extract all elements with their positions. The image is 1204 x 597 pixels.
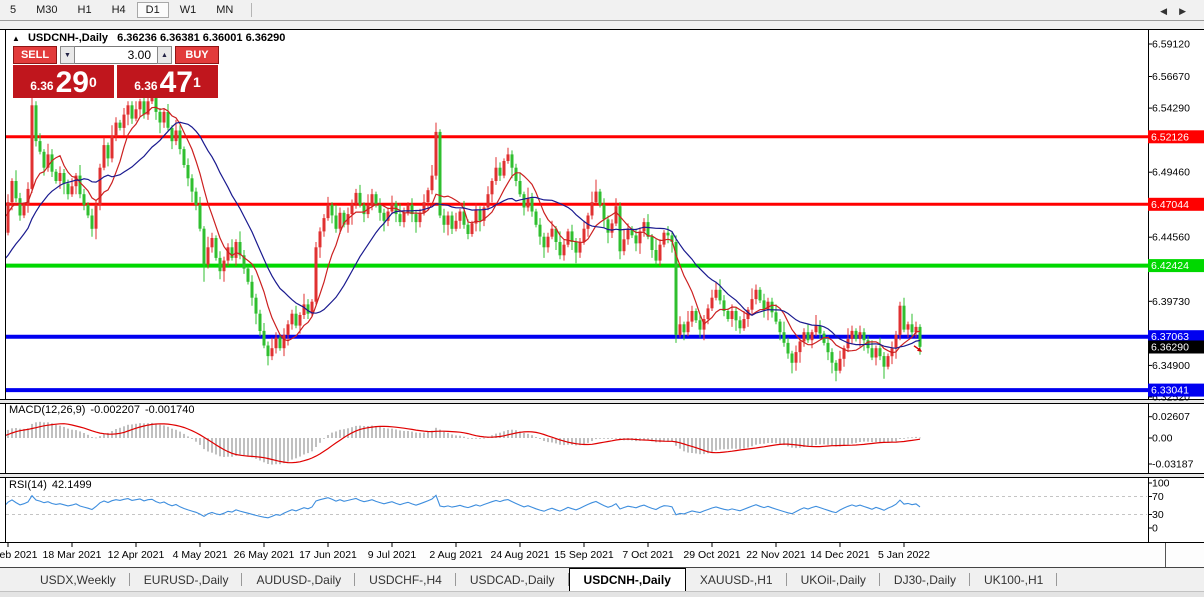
svg-text:22 Nov 2021: 22 Nov 2021 bbox=[746, 549, 806, 561]
sell-price-base: 6.36 bbox=[30, 79, 54, 93]
svg-text:29 Oct 2021: 29 Oct 2021 bbox=[683, 549, 740, 561]
svg-text:26 May 2021: 26 May 2021 bbox=[234, 549, 295, 561]
spinner-up-icon: ▲ bbox=[161, 51, 168, 59]
svg-text:-0.03187: -0.03187 bbox=[1152, 459, 1194, 471]
sell-price-pips: 29 bbox=[55, 66, 89, 99]
sell-price-button[interactable]: 6.36 29 0 bbox=[13, 65, 114, 98]
chart-tab-usdx-weekly[interactable]: USDX,Weekly bbox=[26, 568, 130, 591]
svg-text:6.36290: 6.36290 bbox=[1151, 342, 1189, 354]
svg-text:6.44560: 6.44560 bbox=[1152, 232, 1190, 244]
svg-text:15 Sep 2021: 15 Sep 2021 bbox=[554, 549, 614, 561]
svg-text:6.49460: 6.49460 bbox=[1152, 167, 1190, 179]
chart-tab-eurusd-daily[interactable]: EURUSD-,Daily bbox=[130, 568, 243, 591]
chart-tab-usdchf-h4[interactable]: USDCHF-,H4 bbox=[355, 568, 456, 591]
tab-scroll-right-icon[interactable]: ▶ bbox=[1179, 6, 1198, 16]
tab-scroll-arrows: ◀▶ bbox=[1160, 6, 1198, 17]
svg-text:14 Dec 2021: 14 Dec 2021 bbox=[810, 549, 870, 561]
svg-text:6.54290: 6.54290 bbox=[1152, 103, 1190, 115]
svg-text:2 Aug 2021: 2 Aug 2021 bbox=[429, 549, 482, 561]
volume-decrease-button[interactable]: ▼ bbox=[60, 46, 75, 64]
svg-text:24 Aug 2021: 24 Aug 2021 bbox=[491, 549, 550, 561]
chart-title: ▲ USDCNH-,Daily 6.36236 6.36381 6.36001 … bbox=[12, 32, 285, 44]
svg-text:12 Apr 2021: 12 Apr 2021 bbox=[108, 549, 165, 561]
chart-ohlc-values: 6.36236 6.36381 6.36001 6.36290 bbox=[117, 32, 286, 44]
svg-text:6.52126: 6.52126 bbox=[1151, 131, 1189, 143]
timeframe-toolbar: 5 M30 H1 H4 D1 W1 MN bbox=[0, 0, 1204, 21]
svg-text:6.33041: 6.33041 bbox=[1151, 385, 1189, 397]
chart-tab-xauusd-h1[interactable]: XAUUSD-,H1 bbox=[686, 568, 787, 591]
svg-text:9 Jul 2021: 9 Jul 2021 bbox=[368, 549, 417, 561]
timeframe-button-MN[interactable]: MN bbox=[207, 2, 242, 18]
rsi-name: RSI(14) bbox=[9, 479, 47, 491]
window-bottom-strip bbox=[0, 591, 1204, 597]
svg-text:6.47044: 6.47044 bbox=[1151, 199, 1189, 211]
chart-symbol-period: USDCNH-,Daily bbox=[27, 32, 109, 44]
buy-price-pips: 47 bbox=[159, 66, 193, 99]
sell-button[interactable]: SELL bbox=[13, 46, 57, 64]
rsi-value: 42.1499 bbox=[51, 479, 92, 491]
one-click-trading-panel: SELL ▼ 3.00 ▲ BUY 6.36 29 0 6.36 47 1 bbox=[13, 46, 219, 98]
svg-text:7 Oct 2021: 7 Oct 2021 bbox=[622, 549, 674, 561]
chart-tab-audusd-daily[interactable]: AUDUSD-,Daily bbox=[242, 568, 355, 591]
chart-tab-uk100-h1[interactable]: UK100-,H1 bbox=[970, 568, 1058, 591]
svg-text:70: 70 bbox=[1152, 491, 1164, 503]
timeframe-button-5[interactable]: 5 bbox=[1, 2, 25, 18]
svg-text:6.34900: 6.34900 bbox=[1152, 360, 1190, 372]
chart-tab-dj30-daily[interactable]: DJ30-,Daily bbox=[880, 568, 970, 591]
volume-increase-button[interactable]: ▲ bbox=[157, 46, 172, 64]
timeframe-button-H1[interactable]: H1 bbox=[69, 2, 101, 18]
volume-input[interactable]: 3.00 bbox=[75, 46, 157, 64]
svg-text:100: 100 bbox=[1152, 478, 1170, 490]
sell-price-point: 0 bbox=[88, 74, 97, 90]
chart-tab-bar: USDX,Weekly EURUSD-,Daily AUDUSD-,Daily USD… bbox=[0, 567, 1204, 591]
svg-text:18 Mar 2021: 18 Mar 2021 bbox=[43, 549, 102, 561]
toolbar-separator bbox=[251, 3, 253, 17]
svg-text:4 May 2021: 4 May 2021 bbox=[173, 549, 228, 561]
svg-text:6.56670: 6.56670 bbox=[1152, 71, 1190, 83]
chart-tab-usdcnh-daily[interactable]: USDCNH-,Daily bbox=[568, 568, 686, 591]
macd-main-value: -0.002207 bbox=[90, 404, 140, 416]
spinner-down-icon: ▼ bbox=[64, 51, 71, 59]
svg-text:0.02607: 0.02607 bbox=[1152, 411, 1190, 423]
rsi-indicator-label: RSI(14) 42.1499 bbox=[9, 479, 97, 491]
svg-text:6.59120: 6.59120 bbox=[1152, 39, 1190, 51]
svg-text:24 Feb 2021: 24 Feb 2021 bbox=[0, 549, 38, 561]
macd-signal-value: -0.001740 bbox=[144, 404, 195, 416]
svg-text:6.42424: 6.42424 bbox=[1151, 260, 1189, 272]
macd-indicator-label: MACD(12,26,9) -0.002207 -0.001740 bbox=[9, 404, 200, 416]
chart-tab-usdcad-daily[interactable]: USDCAD-,Daily bbox=[456, 568, 569, 591]
timeframe-button-M30[interactable]: M30 bbox=[27, 2, 66, 18]
buy-price-point: 1 bbox=[192, 74, 201, 90]
buy-price-base: 6.36 bbox=[134, 79, 158, 93]
svg-text:17 Jun 2021: 17 Jun 2021 bbox=[299, 549, 357, 561]
buy-price-button[interactable]: 6.36 47 1 bbox=[117, 65, 218, 98]
tab-scroll-left-icon[interactable]: ◀ bbox=[1160, 6, 1179, 16]
svg-text:0: 0 bbox=[1152, 523, 1158, 535]
chart-tab-ukoil-daily[interactable]: UKOil-,Daily bbox=[787, 568, 881, 591]
svg-text:6.39730: 6.39730 bbox=[1152, 296, 1190, 308]
svg-text:0.00: 0.00 bbox=[1152, 433, 1173, 445]
timeframe-button-W1[interactable]: W1 bbox=[171, 2, 206, 18]
timeframe-button-D1[interactable]: D1 bbox=[136, 2, 169, 18]
collapse-panel-icon[interactable]: ▲ bbox=[12, 34, 20, 43]
macd-name: MACD(12,26,9) bbox=[9, 404, 86, 416]
svg-text:30: 30 bbox=[1152, 509, 1164, 521]
svg-text:5 Jan 2022: 5 Jan 2022 bbox=[878, 549, 930, 561]
timeframe-button-H4[interactable]: H4 bbox=[103, 2, 135, 18]
buy-button[interactable]: BUY bbox=[175, 46, 219, 64]
